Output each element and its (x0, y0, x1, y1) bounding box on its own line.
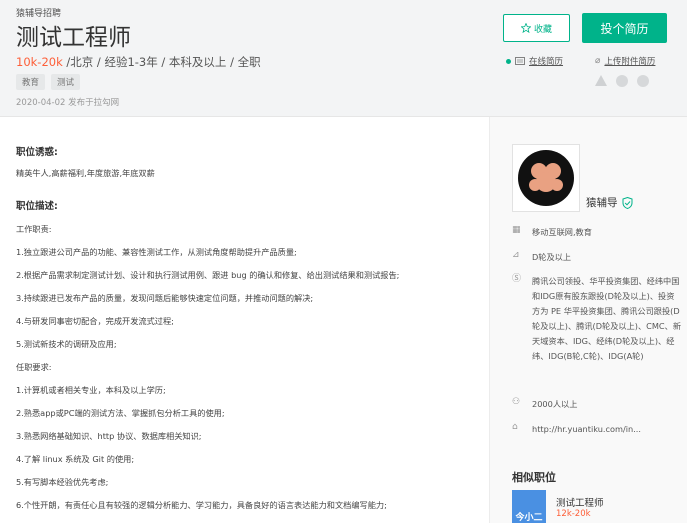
company-title[interactable]: 猿辅导 (586, 195, 633, 210)
resume-icon (515, 57, 525, 65)
desc-line: 5.测试新技术的调研及应用; (16, 339, 117, 349)
job-title: 测试工程师 (16, 25, 131, 51)
desc-line: 3.持续跟进已发布产品的质量，发现问题后能够快速定位问题，并推动问题的解决; (16, 293, 314, 303)
industry-row: ▦ 移动互联网,教育 (512, 225, 682, 240)
desc-line: 2.熟悉app或PC端的测试方法、掌握抓包分析工具的使用; (16, 408, 225, 418)
similar-company-logo[interactable]: 今小二 (512, 490, 546, 523)
industry-text: 移动互联网,教育 (532, 227, 592, 237)
website-row: ⌂ http://hr.yuantiku.com/in... (512, 422, 682, 437)
paperclip-icon: ⌀ (595, 56, 601, 66)
chart-icon: ⊿ (512, 250, 520, 260)
desc-line: 1.独立跟进公司产品的功能、兼容性测试工作，从测试角度帮助提升产品质量; (16, 247, 297, 257)
size-text: 2000人以上 (532, 399, 578, 409)
tag-list: 教育 测试 (16, 74, 81, 90)
favorite-label: 收藏 (533, 24, 552, 35)
desc-line: 2.根据产品需求制定测试计划、设计和执行测试用例、跟进 bug 的确认和修复、给… (16, 270, 400, 280)
job-requirements: /北京 / 经验1-3年 / 本科及以上 / 全职 (62, 55, 261, 69)
salary: 10k-20k (16, 55, 63, 69)
desc-line: 任职要求: (16, 362, 52, 372)
website-link[interactable]: http://hr.yuantiku.com/in... (532, 422, 682, 437)
stage-row: ⊿ D轮及以上 (512, 250, 682, 265)
perk-text: 精英牛人,高薪福利,年度旅游,年底双薪 (16, 168, 155, 178)
desc-line: 4.了解 linux 系统及 Git 的使用; (16, 454, 135, 464)
job-meta: 10k-20k /北京 / 经验1-3年 / 本科及以上 / 全职 (16, 54, 261, 70)
job-header: 猿辅导招聘 测试工程师 10k-20k /北京 / 经验1-3年 / 本科及以上… (0, 0, 687, 117)
desc-line: 4.与研发同事密切配合，完成开发流式过程; (16, 316, 174, 326)
home-icon: ⌂ (512, 422, 518, 432)
money-icon: Ⓢ (512, 274, 522, 284)
company-name-label: 猿辅导 (586, 197, 618, 209)
star-icon (520, 23, 531, 33)
people-icon: ⚇ (512, 397, 521, 407)
publish-date: 2020-04-02 发布于拉勾网 (16, 98, 120, 108)
similar-jobs-title: 相似职位 (512, 471, 556, 484)
company-sidebar: 猿辅导 ▦ 移动互联网,教育 ⊿ D轮及以上 Ⓢ 腾讯公司领投、华平投资集团、经… (489, 117, 687, 523)
favorite-button[interactable]: 收藏 (503, 14, 570, 42)
upload-resume-option[interactable]: ⌀ 上传附件简历 (595, 55, 655, 67)
desc-line: 3.熟悉网络基础知识、http 协议、数据库相关知识; (16, 431, 202, 441)
job-detail: 职位诱惑: 精英牛人,高薪福利,年度旅游,年底双薪 职位描述: 工作职责: 1.… (0, 117, 488, 523)
weibo-icon[interactable] (637, 75, 649, 87)
grid-icon: ▦ (512, 225, 521, 235)
similar-job-salary: 12k-20k (556, 509, 591, 519)
upload-resume-link[interactable]: 上传附件简历 (604, 55, 655, 67)
monkey-logo-icon (518, 150, 574, 206)
online-resume-option[interactable]: 在线简历 (506, 55, 563, 67)
share-bar (595, 75, 649, 87)
desc-line: 5.有写脚本经验优先考虑; (16, 477, 109, 487)
company-logo[interactable] (512, 144, 580, 212)
radio-selected-icon (506, 58, 511, 64)
online-resume-link[interactable]: 在线简历 (529, 55, 563, 67)
tag[interactable]: 测试 (51, 74, 81, 90)
desc-line: 工作职责: (16, 224, 52, 234)
wechat-icon[interactable] (616, 75, 628, 87)
verified-shield-icon (622, 196, 632, 209)
investor-row: Ⓢ 腾讯公司领投、华平投资集团、经纬中国和IDG原有股东跟投(D轮及以上)、投资… (512, 274, 682, 364)
tag[interactable]: 教育 (16, 74, 46, 90)
stage-text: D轮及以上 (532, 252, 572, 262)
size-row: ⚇ 2000人以上 (512, 397, 682, 412)
desc-title: 职位描述: (16, 201, 58, 212)
perk-title: 职位诱惑: (16, 147, 58, 158)
report-icon[interactable] (595, 75, 607, 86)
desc-line: 6.个性开朗，有责任心且有较强的逻辑分析能力、学习能力，具备良好的语言表达能力和… (16, 500, 387, 510)
investor-text: 腾讯公司领投、华平投资集团、经纬中国和IDG原有股东跟投(D轮及以上)、投资方为… (532, 276, 682, 361)
similar-job-name[interactable]: 测试工程师 (556, 495, 604, 509)
desc-line: 1.计算机或者相关专业，本科及以上学历; (16, 385, 166, 395)
apply-button[interactable]: 投个简历 (582, 13, 667, 43)
